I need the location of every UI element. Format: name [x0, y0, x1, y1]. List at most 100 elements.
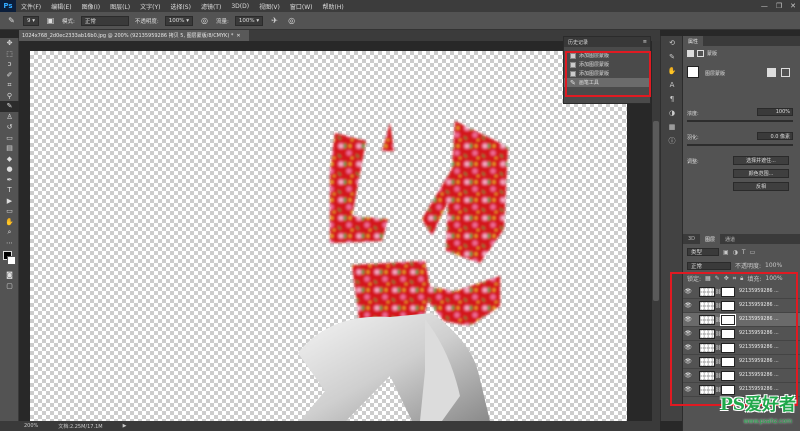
close-document-icon[interactable]: ✕	[236, 33, 240, 39]
feather-field[interactable]: 0.0 像素	[757, 132, 793, 140]
tab-3d[interactable]: 3D	[683, 234, 700, 244]
document-tab[interactable]: 1024x768_2d0ec2333ab16b0.jpg @ 200% (921…	[19, 30, 249, 41]
menu-type[interactable]: 文字(Y)	[135, 2, 165, 11]
close-button[interactable]: ✕	[790, 2, 796, 10]
pressure-opacity-icon[interactable]: ◎	[199, 15, 210, 26]
crop-tool-icon[interactable]: ⌗	[0, 80, 19, 91]
zoom-level[interactable]: 200%	[24, 423, 38, 429]
layer-filter-select[interactable]: 类型	[687, 248, 719, 256]
info-icon[interactable]: ⓘ	[661, 134, 683, 148]
visibility-eye-icon[interactable]: 👁︎	[683, 302, 693, 309]
brush-panel-icon[interactable]: ▣	[45, 15, 56, 26]
lock-pixels-icon[interactable]: ▦	[705, 275, 711, 282]
layer-mask-thumbnail[interactable]	[721, 356, 735, 367]
brush-tool-icon[interactable]: ✎	[6, 15, 17, 26]
vector-mask-icon[interactable]	[697, 50, 704, 57]
menu-select[interactable]: 选择(S)	[165, 2, 196, 11]
fill-value[interactable]: 100%	[765, 275, 782, 282]
visibility-eye-icon[interactable]: 👁︎	[683, 358, 693, 365]
lock-brush-icon[interactable]: ✎	[715, 275, 720, 282]
clone-stamp-tool-icon[interactable]: ♙	[0, 112, 19, 123]
select-and-mask-button[interactable]: 选择并遮住...	[733, 156, 789, 165]
layer-row[interactable]: 👁︎ ⛓︎ 92135959286 ...	[683, 285, 800, 299]
history-item-active[interactable]: ✎ 画笔工具	[564, 78, 650, 87]
filter-adjust-icon[interactable]: ◑	[733, 249, 738, 256]
blur-tool-icon[interactable]: ◆	[0, 154, 19, 165]
layer-mask-thumbnail[interactable]	[721, 300, 735, 311]
artboard[interactable]	[30, 51, 627, 421]
history-brush-tool-icon[interactable]: ↺	[0, 122, 19, 133]
shape-tool-icon[interactable]: ▭	[0, 206, 19, 217]
menu-edit[interactable]: 编辑(E)	[46, 2, 76, 11]
color-range-button[interactable]: 颜色范围...	[733, 169, 789, 178]
restore-button[interactable]: ❐	[776, 2, 782, 10]
menu-3d[interactable]: 3D(D)	[226, 3, 254, 10]
marquee-tool-icon[interactable]: ⬚	[0, 49, 19, 60]
feather-slider[interactable]	[687, 144, 793, 146]
vector-mask-add-icon[interactable]	[781, 68, 790, 77]
brush-presets-icon[interactable]: ✋	[661, 64, 683, 78]
type-tool-icon[interactable]: T	[0, 185, 19, 196]
lock-position-icon[interactable]: ✥	[724, 275, 729, 282]
layer-row[interactable]: 👁︎ ⛓︎ 92135959286 ...	[683, 299, 800, 313]
menu-window[interactable]: 窗口(W)	[285, 2, 318, 11]
zoom-tool-icon[interactable]: ⌕	[0, 227, 19, 238]
visibility-eye-icon[interactable]: 👁︎	[683, 344, 693, 351]
history-panel-icon[interactable]: ⟲	[661, 36, 683, 50]
history-item[interactable]: 添加图层蒙版	[564, 51, 650, 60]
color-swatches[interactable]	[0, 248, 18, 270]
pen-tool-icon[interactable]: ✒	[0, 175, 19, 186]
paragraph-panel-icon[interactable]: ¶	[661, 92, 683, 106]
filter-shape-icon[interactable]: ▭	[750, 249, 756, 256]
history-item[interactable]: 添加图层蒙版	[564, 69, 650, 78]
gradient-tool-icon[interactable]: ▤	[0, 143, 19, 154]
quick-select-tool-icon[interactable]: ✐	[0, 70, 19, 81]
density-field[interactable]: 100%	[757, 108, 793, 116]
swatches-icon[interactable]: ▦	[661, 120, 683, 134]
opacity-field[interactable]: 100% ▾	[164, 15, 193, 26]
brush-tool-active-icon[interactable]: ✎	[0, 101, 19, 112]
pressure-size-icon[interactable]: ◎	[286, 15, 297, 26]
eraser-tool-icon[interactable]: ▭	[0, 133, 19, 144]
character-panel-icon[interactable]: A	[661, 78, 683, 92]
layer-opacity-value[interactable]: 100%	[765, 262, 782, 269]
tab-properties[interactable]: 属性	[683, 36, 704, 46]
history-item[interactable]: 添加图层蒙版	[564, 60, 650, 69]
flow-field[interactable]: 100% ▾	[234, 15, 264, 26]
menu-help[interactable]: 帮助(H)	[318, 2, 349, 11]
layer-row[interactable]: 👁︎ ⛓︎ 92135959286 ...	[683, 341, 800, 355]
visibility-eye-icon[interactable]: 👁︎	[683, 316, 693, 323]
path-select-tool-icon[interactable]: ▶	[0, 196, 19, 207]
hand-tool-icon[interactable]: ✋	[0, 217, 19, 228]
background-color-swatch[interactable]	[7, 256, 16, 265]
screen-mode-icon[interactable]: ▢	[0, 281, 19, 292]
quick-mask-icon[interactable]: ◙	[0, 270, 19, 281]
layer-mask-thumbnail[interactable]	[721, 328, 735, 339]
layer-row-selected[interactable]: 👁︎ ⛓︎ 92135959286 ...	[683, 313, 800, 327]
adjustments-icon[interactable]: ◑	[661, 106, 683, 120]
menu-layer[interactable]: 图层(L)	[105, 2, 135, 11]
brush-settings-icon[interactable]: ✎	[661, 50, 683, 64]
vertical-scrollbar[interactable]	[652, 41, 660, 421]
minimize-button[interactable]: —	[761, 2, 768, 10]
scroll-thumb[interactable]	[653, 121, 659, 301]
move-tool-icon[interactable]: ✥	[0, 38, 19, 49]
more-tools-icon[interactable]: ⋯	[0, 238, 19, 249]
visibility-eye-icon[interactable]: 👁︎	[683, 288, 693, 295]
blend-mode-select[interactable]: 正常	[687, 261, 731, 270]
panel-menu-icon[interactable]: ≡	[643, 39, 647, 45]
pixel-mask-icon[interactable]	[687, 50, 694, 57]
invert-button[interactable]: 反相	[733, 182, 789, 191]
layer-mask-thumbnail[interactable]	[721, 370, 735, 381]
menu-file[interactable]: 文件(F)	[16, 2, 46, 11]
lock-artboard-icon[interactable]: ⌗	[733, 275, 736, 283]
density-slider[interactable]	[687, 120, 793, 122]
airbrush-icon[interactable]: ✈	[269, 15, 280, 26]
layer-row[interactable]: 👁︎ ⛓︎ 92135959286 ...	[683, 355, 800, 369]
mode-select[interactable]: 正常	[80, 15, 129, 26]
brush-size-picker[interactable]: 9 ▾	[23, 15, 40, 26]
lock-all-icon[interactable]: 🔒︎	[740, 275, 743, 283]
layer-mask-thumbnail[interactable]	[721, 286, 735, 297]
layer-row[interactable]: 👁︎ ⛓︎ 92135959286 ...	[683, 327, 800, 341]
visibility-eye-icon[interactable]: 👁︎	[683, 330, 693, 337]
